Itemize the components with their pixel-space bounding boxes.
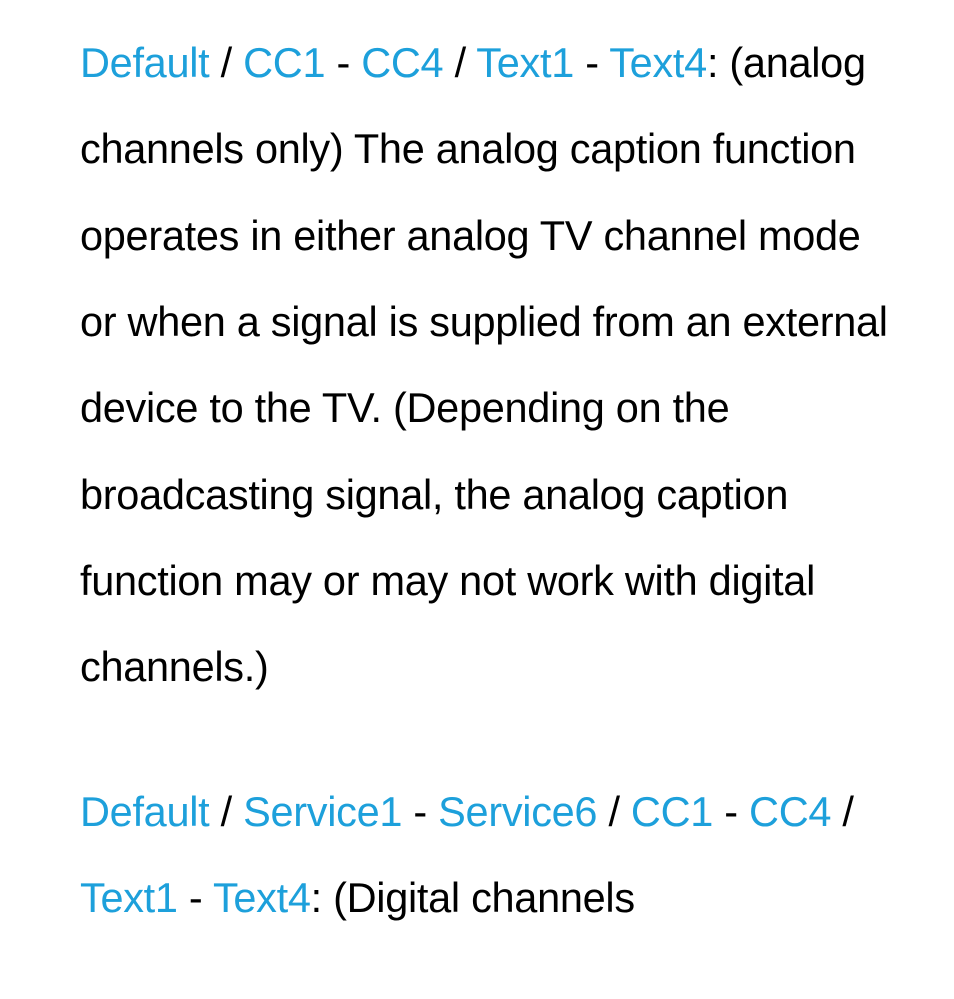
separator-slash: / [831,788,853,835]
option-text1: Text1 [476,39,574,86]
separator-dash: - [402,788,438,835]
separator-slash: / [443,39,476,86]
option-cc4: CC4 [749,788,831,835]
separator-dash: - [178,874,213,921]
option-text4: Text4 [609,39,707,86]
separator-dash: - [574,39,609,86]
option-service1: Service1 [243,788,402,835]
option-cc4: CC4 [361,39,443,86]
option-text1: Text1 [80,874,178,921]
option-cc1: CC1 [631,788,713,835]
separator-slash: / [597,788,631,835]
separator-slash: / [209,39,243,86]
caption-mode-digital-paragraph: Default / Service1 - Service6 / CC1 - CC… [80,769,896,942]
digital-description-text: : (Digital channels [311,874,635,921]
separator-slash: / [209,788,243,835]
analog-description-text: : (analog channels only) The analog capt… [80,39,888,690]
option-text4: Text4 [213,874,311,921]
option-service6: Service6 [438,788,597,835]
option-cc1: CC1 [243,39,325,86]
separator-dash: - [325,39,361,86]
separator-dash: - [713,788,749,835]
option-default: Default [80,788,209,835]
option-default: Default [80,39,209,86]
caption-mode-analog-paragraph: Default / CC1 - CC4 / Text1 - Text4: (an… [80,20,896,711]
